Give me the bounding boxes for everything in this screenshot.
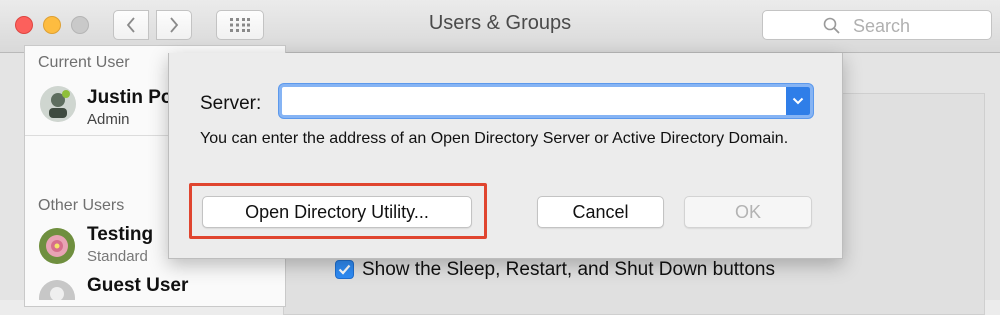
ok-button[interactable]: OK bbox=[684, 196, 812, 228]
user-name: Justin Po bbox=[87, 87, 173, 108]
cancel-button[interactable]: Cancel bbox=[537, 196, 664, 228]
user-role: Admin bbox=[87, 111, 130, 128]
avatar bbox=[39, 280, 75, 300]
other-users-header: Other Users bbox=[38, 197, 125, 214]
search-icon bbox=[823, 17, 840, 34]
chevron-down-icon bbox=[792, 97, 804, 105]
server-dropdown-button[interactable] bbox=[786, 87, 810, 115]
search-field[interactable] bbox=[762, 10, 992, 40]
guest-avatar-icon bbox=[39, 280, 75, 300]
avatar bbox=[39, 228, 75, 264]
current-user-header: Current User bbox=[38, 54, 130, 71]
server-label: Server: bbox=[200, 93, 262, 114]
show-sleep-restart-checkbox[interactable] bbox=[335, 260, 354, 279]
checkbox-label: Show the Sleep, Restart, and Shut Down b… bbox=[362, 259, 775, 280]
server-input[interactable] bbox=[286, 89, 780, 117]
checkmark-icon bbox=[338, 264, 351, 275]
user-name: Guest User bbox=[87, 275, 189, 296]
avatar bbox=[40, 86, 76, 122]
server-combobox[interactable] bbox=[279, 84, 813, 118]
user-name: Testing bbox=[87, 224, 154, 245]
list-item[interactable]: Guest User bbox=[25, 271, 283, 300]
flower-avatar-icon bbox=[39, 228, 75, 264]
user-avatar-icon bbox=[40, 86, 76, 122]
search-input[interactable] bbox=[851, 13, 991, 39]
server-help-text: You can enter the address of an Open Dir… bbox=[200, 130, 789, 147]
user-role: Standard bbox=[87, 248, 148, 265]
highlight-annotation-box bbox=[189, 183, 487, 239]
users-groups-window: Users & Groups Current User Justin Po bbox=[0, 0, 1000, 315]
